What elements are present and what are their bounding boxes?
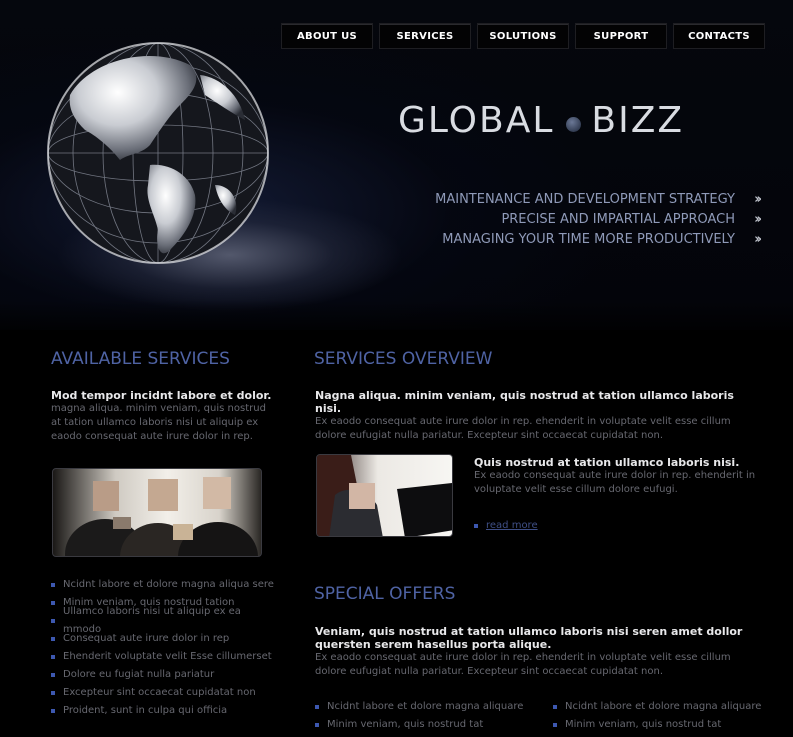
nav-solutions[interactable]: SOLUTIONS: [477, 23, 569, 49]
list-item[interactable]: Minim veniam, quis nostrud tat: [553, 716, 783, 734]
bullet-icon: [51, 709, 55, 713]
list-item[interactable]: Ehenderit voluptate velit Esse cillumers…: [51, 648, 281, 666]
services-overview-intro: Nagna aliqua. minim veniam, quis nostrud…: [315, 389, 755, 443]
list-item-text: Ehenderit voluptate velit Esse cillumers…: [63, 651, 272, 662]
logo-dot-icon: [566, 116, 582, 132]
globe-illustration: [47, 42, 269, 264]
tagline-item[interactable]: PRECISE AND IMPARTIAL APPROACH ››: [435, 210, 762, 230]
bullet-icon: [51, 583, 55, 587]
bullet-icon: [553, 723, 557, 727]
nav-about-us[interactable]: ABOUT US: [281, 23, 373, 49]
bullet-icon: [315, 705, 319, 709]
available-services-text: magna aliqua. minim veniam, quis nostrud…: [51, 403, 266, 442]
special-offers-list-left: Ncidnt labore et dolore magna aliquare M…: [315, 698, 545, 734]
tagline-text: MAINTENANCE AND DEVELOPMENT STRATEGY: [435, 192, 735, 207]
available-services-intro: Mod tempor incidnt labore et dolor. magn…: [51, 389, 273, 444]
bullet-icon: [51, 619, 55, 623]
read-more-label: read more: [486, 520, 538, 531]
services-overview-heading: SERVICES OVERVIEW: [314, 349, 493, 369]
bullet-icon: [51, 637, 55, 641]
hero-taglines: MAINTENANCE AND DEVELOPMENT STRATEGY ›› P…: [435, 190, 762, 250]
bullet-icon: [474, 523, 478, 528]
list-item[interactable]: Dolore eu fugiat nulla pariatur: [51, 666, 281, 684]
nav-contacts[interactable]: CONTACTS: [673, 23, 765, 49]
main-nav: ABOUT US SERVICES SOLUTIONS SUPPORT CONT…: [281, 23, 765, 49]
bullet-icon: [51, 655, 55, 659]
double-chevron-icon: ››: [754, 232, 762, 247]
special-offers-intro: Veniam, quis nostrud at tation ullamco l…: [315, 625, 755, 679]
list-item[interactable]: Minim veniam, quis nostrud tat: [315, 716, 545, 734]
special-offers-text: Ex eaodo consequat aute irure dolor in r…: [315, 652, 731, 677]
services-feature-lead: Quis nostrud at tation ullamco laboris n…: [474, 456, 740, 469]
tagline-item[interactable]: MANAGING YOUR TIME MORE PRODUCTIVELY ››: [435, 230, 762, 250]
site-logo[interactable]: GLOBAL BIZZ: [398, 99, 685, 141]
bullet-icon: [553, 705, 557, 709]
list-item-text: Consequat aute irure dolor in rep: [63, 633, 230, 644]
nav-support[interactable]: SUPPORT: [575, 23, 667, 49]
list-item[interactable]: Ullamco laboris nisi ut aliquip ex ea mm…: [51, 606, 281, 635]
list-item-text: Excepteur sint occaecat cupidatat non: [63, 687, 256, 698]
logo-word-bizz: BIZZ: [591, 99, 685, 141]
team-photo: [52, 468, 262, 557]
services-overview-lead: Nagna aliqua. minim veniam, quis nostrud…: [315, 389, 734, 415]
bullet-icon: [51, 601, 55, 605]
hero-fade: [0, 300, 793, 340]
team-photo-figures: [65, 477, 258, 556]
services-overview-text: Ex eaodo consequat aute irure dolor in r…: [315, 416, 731, 441]
list-item[interactable]: Ncidnt labore et dolore magna aliqua ser…: [51, 576, 281, 594]
list-item-text: Proident, sunt in culpa qui officia: [63, 705, 228, 716]
services-feature-text: Ex eaodo consequat aute irure dolor in r…: [474, 470, 756, 495]
available-services-lead: Mod tempor incidnt labore et dolor.: [51, 389, 272, 402]
double-chevron-icon: ››: [754, 212, 762, 227]
tagline-text: PRECISE AND IMPARTIAL APPROACH: [501, 212, 735, 227]
special-offers-heading: SPECIAL OFFERS: [314, 584, 456, 604]
logo-word-global: GLOBAL: [398, 99, 555, 141]
list-item[interactable]: Excepteur sint occaecat cupidatat non: [51, 684, 281, 702]
list-item-text: Ncidnt labore et dolore magna aliqua ser…: [63, 579, 274, 590]
available-services-list: Ncidnt labore et dolore magna aliqua ser…: [51, 576, 281, 720]
services-feature: Quis nostrud at tation ullamco laboris n…: [474, 456, 759, 497]
tagline-text: MANAGING YOUR TIME MORE PRODUCTIVELY: [442, 232, 735, 247]
nav-services[interactable]: SERVICES: [379, 23, 471, 49]
list-item-text: Minim veniam, quis nostrud tat: [565, 719, 722, 730]
available-services-heading: AVAILABLE SERVICES: [51, 349, 230, 369]
bullet-icon: [315, 723, 319, 727]
list-item[interactable]: Proident, sunt in culpa qui officia: [51, 702, 281, 720]
list-item[interactable]: Ncidnt labore et dolore magna aliquare: [315, 698, 545, 716]
double-chevron-icon: ››: [754, 192, 762, 207]
list-item-text: Ncidnt labore et dolore magna aliquare: [327, 701, 524, 712]
read-more-link[interactable]: read more: [474, 520, 538, 531]
office-photo: [316, 454, 453, 537]
office-photo-figure: [317, 455, 452, 536]
bullet-icon: [51, 673, 55, 677]
tagline-item[interactable]: MAINTENANCE AND DEVELOPMENT STRATEGY ››: [435, 190, 762, 210]
special-offers-lead: Veniam, quis nostrud at tation ullamco l…: [315, 625, 743, 651]
list-item-text: Minim veniam, quis nostrud tat: [327, 719, 484, 730]
list-item[interactable]: Ncidnt labore et dolore magna aliquare: [553, 698, 783, 716]
list-item-text: Dolore eu fugiat nulla pariatur: [63, 669, 215, 680]
special-offers-list-right: Ncidnt labore et dolore magna aliquare M…: [553, 698, 783, 734]
bullet-icon: [51, 691, 55, 695]
list-item-text: Ncidnt labore et dolore magna aliquare: [565, 701, 762, 712]
